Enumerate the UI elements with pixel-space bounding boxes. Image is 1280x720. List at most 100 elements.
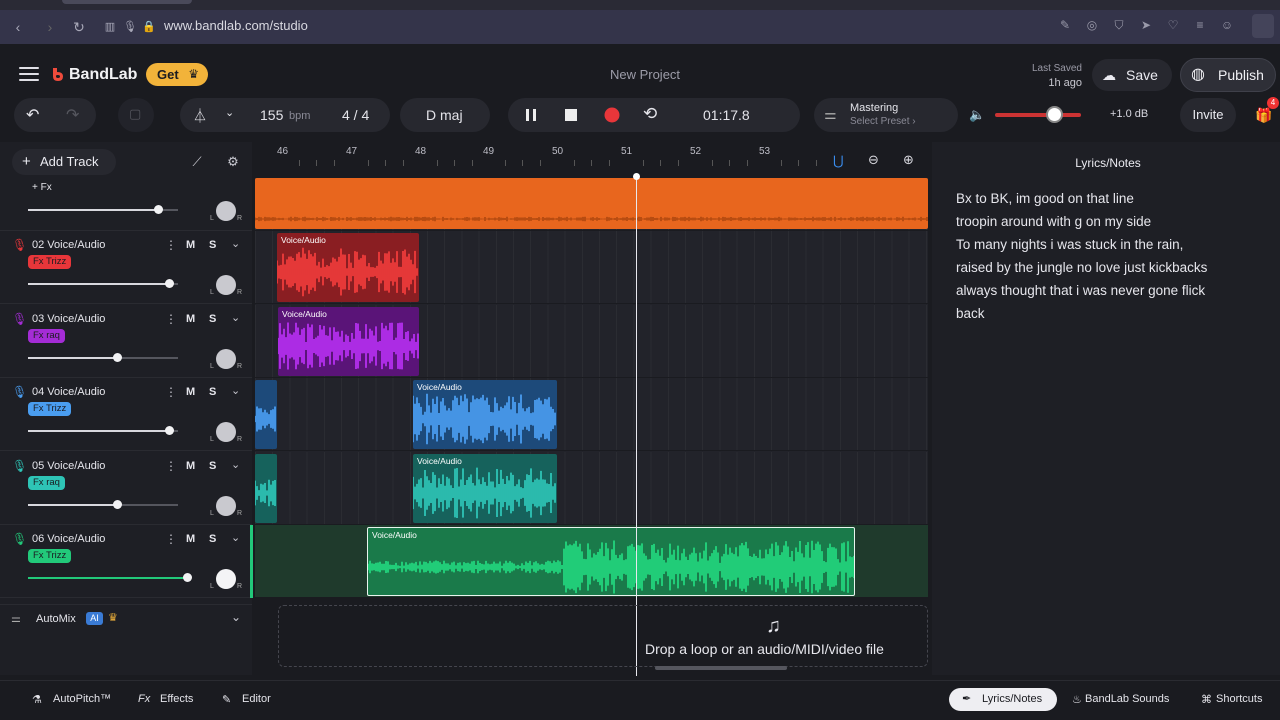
volume-knob[interactable] [113,353,123,362]
track-name[interactable]: 05 Voice/Audio [32,460,105,472]
more-options-icon[interactable]: ⋮ [165,385,177,399]
track-fx-badge[interactable]: Fx Trizz [28,549,72,563]
chevron-down-icon[interactable]: ⌄ [231,384,240,397]
lyrics-notes-button[interactable]: ✒ Lyrics/Notes [949,688,1057,711]
mute-button[interactable]: M [186,533,195,545]
shortcuts-button[interactable]: Shortcuts [1216,693,1262,705]
speaker-icon[interactable]: 🔈 [969,107,985,123]
reader-icon[interactable]: ▥ [102,19,118,35]
stop-icon[interactable] [564,108,578,122]
solo-button[interactable]: S [209,533,216,545]
playhead-handle[interactable] [633,173,640,180]
track-lane[interactable] [255,378,928,451]
pan-knob[interactable] [216,569,236,589]
volume-knob[interactable] [164,426,174,435]
bpm-value[interactable]: 155 [260,107,283,123]
pan-knob[interactable] [216,349,236,369]
zoom-out-icon[interactable]: ⊖ [868,152,879,168]
gift-icon[interactable]: 🎁 [1255,107,1272,124]
time-signature[interactable]: 4 / 4 [342,107,369,123]
tracks-settings-icon[interactable]: ⚙ [224,153,242,171]
track-fx-badge[interactable]: Fx raq [28,329,65,343]
volume-knob[interactable] [154,205,163,214]
solo-button[interactable]: S [209,460,216,472]
undo-icon[interactable]: ↶ [26,105,39,125]
browser-tab[interactable] [62,0,192,4]
track-header[interactable]: 🎙 05 Voice/Audio Fx raq ⋮ M S ⌄ L R [0,452,252,525]
more-options-icon[interactable]: ⋮ [165,312,177,326]
more-options-icon[interactable]: ⋮ [165,532,177,546]
pan-knob[interactable] [216,201,236,221]
track-name[interactable]: 02 Voice/Audio [32,239,105,251]
track-volume-slider[interactable] [28,500,178,509]
get-membership-button[interactable]: Get ♛ [146,63,208,86]
master-volume-knob[interactable] [1046,106,1063,123]
audio-clip[interactable]: Voice/Audio [413,454,557,523]
track-fx-badge[interactable]: Fx Trizz [28,402,72,416]
track-fx-badge[interactable]: Fx Trizz [28,255,72,269]
shield-icon[interactable]: ⛉ [1112,18,1126,32]
track-lane[interactable] [255,452,928,525]
track-volume-slider[interactable] [28,279,178,288]
record-icon[interactable] [604,107,620,123]
pause-icon[interactable] [524,108,538,122]
solo-button[interactable]: S [209,239,216,251]
mute-button[interactable]: M [186,460,195,472]
reload-icon[interactable]: ↻ [71,19,87,35]
forward-icon[interactable]: › [42,19,58,35]
mute-button[interactable]: M [186,313,195,325]
magnet-snap-icon[interactable]: ⋃ [833,153,844,169]
audio-clip[interactable]: Voice/Audio [367,527,855,596]
chevron-down-icon[interactable]: ⌄ [231,458,240,471]
bandlab-sounds-button[interactable]: BandLab Sounds [1085,693,1169,705]
project-title[interactable]: New Project [560,67,730,82]
save-button[interactable]: ☁ Save [1092,59,1172,91]
track-header[interactable]: + Fx L R [0,178,252,231]
pan-knob[interactable] [216,496,236,516]
track-volume-slider[interactable] [28,353,178,362]
drop-zone[interactable] [278,605,928,667]
volume-knob[interactable] [113,500,123,509]
effects-button[interactable]: Effects [160,693,193,705]
publish-button[interactable]: ◍ Publish [1180,58,1276,92]
url-text[interactable]: www.bandlab.com/studio [164,18,308,33]
edit-icon[interactable]: ✎ [1058,18,1072,32]
audio-clip[interactable]: Voice/Audio [413,380,557,449]
metronome-icon[interactable]: ⏃ [193,106,207,126]
add-fx-button[interactable]: + Fx [32,182,52,193]
chevron-down-icon[interactable]: ⌄ [231,531,240,544]
volume-knob[interactable] [182,573,192,582]
back-icon[interactable]: ‹ [10,19,26,35]
master-volume-slider[interactable] [995,113,1081,117]
track-volume-slider[interactable] [28,205,178,214]
mute-button[interactable]: M [186,239,195,251]
mic-permission-icon[interactable]: 🎙 [122,19,138,35]
solo-button[interactable]: S [209,386,216,398]
chevron-down-icon[interactable]: ⌄ [231,311,240,324]
add-track-button[interactable]: + Add Track [12,149,116,175]
chevron-down-icon[interactable]: ⌄ [231,610,241,624]
zoom-in-icon[interactable]: ⊕ [903,152,914,168]
loop-icon[interactable]: ⟲ [643,104,657,124]
editor-button[interactable]: Editor [242,693,271,705]
audio-clip[interactable]: Voice/Audio [278,307,419,376]
horizontal-scrollbar[interactable] [655,666,787,670]
extension-icon[interactable] [1252,14,1274,38]
more-options-icon[interactable]: ⋮ [165,459,177,473]
menu-icon[interactable]: ≡ [1193,18,1207,32]
mute-button[interactable]: M [186,386,195,398]
track-volume-slider[interactable] [28,426,178,435]
volume-knob[interactable] [164,279,174,288]
audio-clip[interactable]: Voice/Audio [277,233,419,302]
track-name[interactable]: 04 Voice/Audio [32,386,105,398]
autopitch-button[interactable]: AutoPitch™ [53,693,111,705]
heart-icon[interactable]: ♡ [1166,18,1180,32]
track-volume-slider[interactable] [28,573,192,582]
track-header[interactable]: 🎙 03 Voice/Audio Fx raq ⋮ M S ⌄ L R [0,305,252,378]
solo-button[interactable]: S [209,313,216,325]
automation-icon[interactable]: ⟋ [188,153,206,171]
send-icon[interactable]: ➤ [1139,18,1153,32]
track-fx-badge[interactable]: Fx raq [28,476,65,490]
invite-button[interactable]: Invite [1180,98,1236,132]
redo-icon[interactable]: ↷ [66,105,79,125]
